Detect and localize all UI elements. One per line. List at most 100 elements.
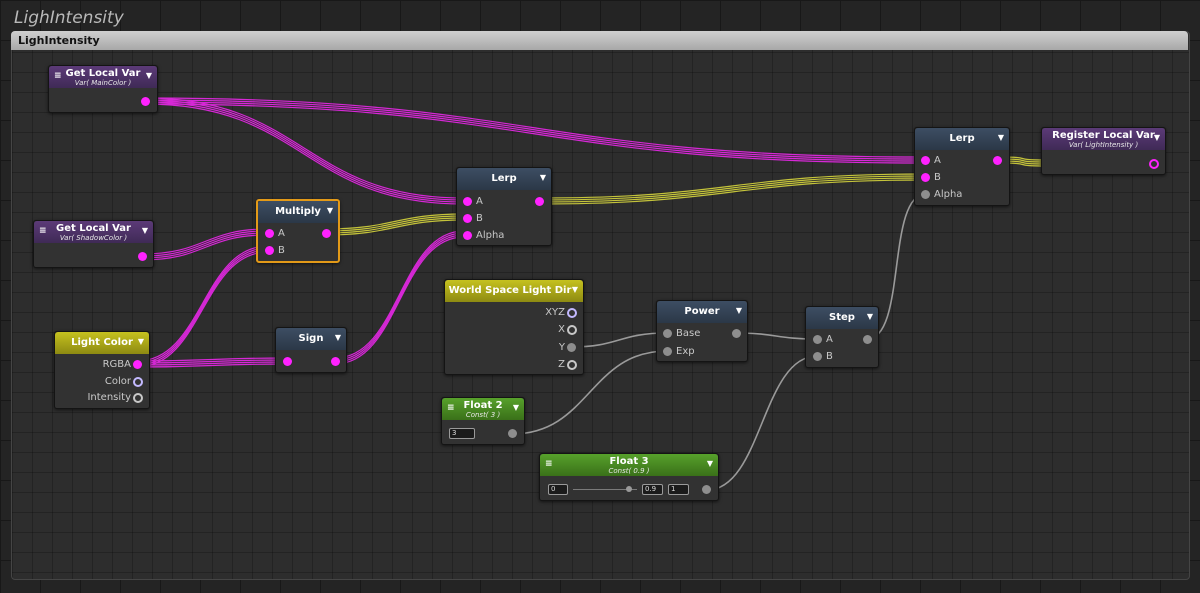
input-port-alpha[interactable] <box>921 190 930 199</box>
node-subtitle: Const( 0.9 ) <box>608 467 650 475</box>
input-port[interactable] <box>283 357 292 366</box>
node-header[interactable]: ≡ Float 3 Const( 0.9 ) ▼ <box>540 454 718 476</box>
output-port[interactable] <box>508 429 517 438</box>
dropdown-icon[interactable]: ▼ <box>572 283 578 297</box>
port-label-x: X <box>558 324 565 335</box>
port-label-alpha: Alpha <box>476 230 505 241</box>
output-port[interactable] <box>732 329 741 338</box>
input-port-a[interactable] <box>265 229 274 238</box>
get-local-var-shadowcolor-node[interactable]: ≡ Get Local Var Var( ShadowColor ) ▼ <box>33 220 154 268</box>
node-header[interactable]: Light Color ▼ <box>55 332 149 354</box>
world-space-light-dir-node[interactable]: World Space Light Dir ▼ XYZ X Y Z <box>444 279 584 375</box>
group-header[interactable]: LighIntensity <box>11 31 1188 50</box>
menu-icon[interactable]: ≡ <box>545 459 553 469</box>
dropdown-icon[interactable]: ▼ <box>335 331 341 345</box>
input-port-b[interactable] <box>265 246 274 255</box>
port-label-intensity: Intensity <box>87 392 131 403</box>
input-port-alpha[interactable] <box>463 231 472 240</box>
node-subtitle: Var( LightIntensity ) <box>1068 141 1139 149</box>
output-port[interactable] <box>331 357 340 366</box>
menu-icon[interactable]: ≡ <box>54 71 62 81</box>
dropdown-icon[interactable]: ▼ <box>867 310 873 324</box>
node-header[interactable]: ≡ Get Local Var Var( ShadowColor ) ▼ <box>34 221 153 243</box>
max-field[interactable]: 1 <box>668 484 689 495</box>
output-port-xyz[interactable] <box>567 308 577 318</box>
input-port-b[interactable] <box>463 214 472 223</box>
output-port[interactable] <box>1149 159 1159 169</box>
input-port-exp[interactable] <box>663 347 672 356</box>
node-header[interactable]: Step ▼ <box>806 307 878 329</box>
dropdown-icon[interactable]: ▼ <box>327 204 333 218</box>
output-port-y[interactable] <box>567 343 576 352</box>
dropdown-icon[interactable]: ▼ <box>513 401 519 415</box>
register-local-var-node[interactable]: Register Local Var Var( LightIntensity )… <box>1041 127 1166 175</box>
node-header[interactable]: ≡ Get Local Var Var( MainColor ) ▼ <box>49 66 157 88</box>
node-header[interactable]: Lerp ▼ <box>915 128 1009 150</box>
input-port-b[interactable] <box>921 173 930 182</box>
get-local-var-maincolor-node[interactable]: ≡ Get Local Var Var( MainColor ) ▼ <box>48 65 158 113</box>
sign-node[interactable]: Sign ▼ <box>275 327 347 373</box>
lerp-node-2[interactable]: Lerp ▼ A B Alpha <box>914 127 1010 206</box>
input-port-a[interactable] <box>813 335 822 344</box>
output-port-intensity[interactable] <box>133 393 143 403</box>
min-field[interactable]: 0 <box>548 484 568 495</box>
multiply-node[interactable]: Multiply ▼ A B <box>256 199 340 263</box>
node-title: Power <box>684 306 720 317</box>
menu-icon[interactable]: ≡ <box>39 226 47 236</box>
port-label-y: Y <box>558 342 565 353</box>
node-header[interactable]: Multiply ▼ <box>258 201 338 223</box>
node-title: Lerp <box>491 173 517 184</box>
output-port-rgba[interactable] <box>133 360 142 369</box>
dropdown-icon[interactable]: ▼ <box>142 224 148 238</box>
output-port-x[interactable] <box>567 325 577 335</box>
node-title: Float 2 <box>463 400 503 411</box>
node-title: Get Local Var <box>56 223 131 234</box>
port-label-base: Base <box>676 328 701 339</box>
power-node[interactable]: Power ▼ Base Exp <box>656 300 748 362</box>
light-color-node[interactable]: Light Color ▼ RGBA Color Intensity <box>54 331 150 409</box>
node-title: Float 3 <box>609 456 649 467</box>
output-port[interactable] <box>863 335 872 344</box>
output-port[interactable] <box>322 229 331 238</box>
dropdown-icon[interactable]: ▼ <box>707 457 713 471</box>
input-port-a[interactable] <box>921 156 930 165</box>
node-title: World Space Light Dir <box>448 285 572 296</box>
node-subtitle: Var( ShadowColor ) <box>59 234 128 242</box>
output-port[interactable] <box>993 156 1002 165</box>
node-subtitle: Var( MainColor ) <box>74 79 132 87</box>
port-label-a: A <box>278 228 285 239</box>
output-port[interactable] <box>141 97 150 106</box>
dropdown-icon[interactable]: ▼ <box>998 131 1004 145</box>
input-port-b[interactable] <box>813 352 822 361</box>
node-title: Get Local Var <box>65 68 141 79</box>
output-port[interactable] <box>535 197 544 206</box>
output-port-z[interactable] <box>567 360 577 370</box>
input-port-a[interactable] <box>463 197 472 206</box>
node-title: Register Local Var <box>1052 130 1155 141</box>
dropdown-icon[interactable]: ▼ <box>540 171 546 185</box>
dropdown-icon[interactable]: ▼ <box>736 304 742 318</box>
value-field[interactable]: 0.9 <box>642 484 663 495</box>
step-node[interactable]: Step ▼ A B <box>805 306 879 368</box>
output-port[interactable] <box>138 252 147 261</box>
dropdown-icon[interactable]: ▼ <box>138 335 144 349</box>
node-header[interactable]: Sign ▼ <box>276 328 346 350</box>
output-port[interactable] <box>702 485 711 494</box>
slider-thumb[interactable] <box>626 486 632 492</box>
node-title: Multiply <box>275 206 321 217</box>
node-header[interactable]: Power ▼ <box>657 301 747 323</box>
input-port-base[interactable] <box>663 329 672 338</box>
lerp-node-1[interactable]: Lerp ▼ A B Alpha <box>456 167 552 246</box>
node-header[interactable]: World Space Light Dir ▼ <box>445 280 583 302</box>
dropdown-icon[interactable]: ▼ <box>146 69 152 83</box>
float-2-node[interactable]: ≡ Float 2 Const( 3 ) ▼ 3 <box>441 397 525 445</box>
node-header[interactable]: ≡ Float 2 Const( 3 ) ▼ <box>442 398 524 420</box>
port-label-exp: Exp <box>676 346 695 357</box>
node-header[interactable]: Register Local Var Var( LightIntensity )… <box>1042 128 1165 150</box>
node-header[interactable]: Lerp ▼ <box>457 168 551 190</box>
output-port-color[interactable] <box>133 377 143 387</box>
value-field[interactable]: 3 <box>449 428 475 439</box>
menu-icon[interactable]: ≡ <box>447 403 455 413</box>
float-3-node[interactable]: ≡ Float 3 Const( 0.9 ) ▼ 0 0.9 1 <box>539 453 719 501</box>
dropdown-icon[interactable]: ▼ <box>1154 131 1160 145</box>
